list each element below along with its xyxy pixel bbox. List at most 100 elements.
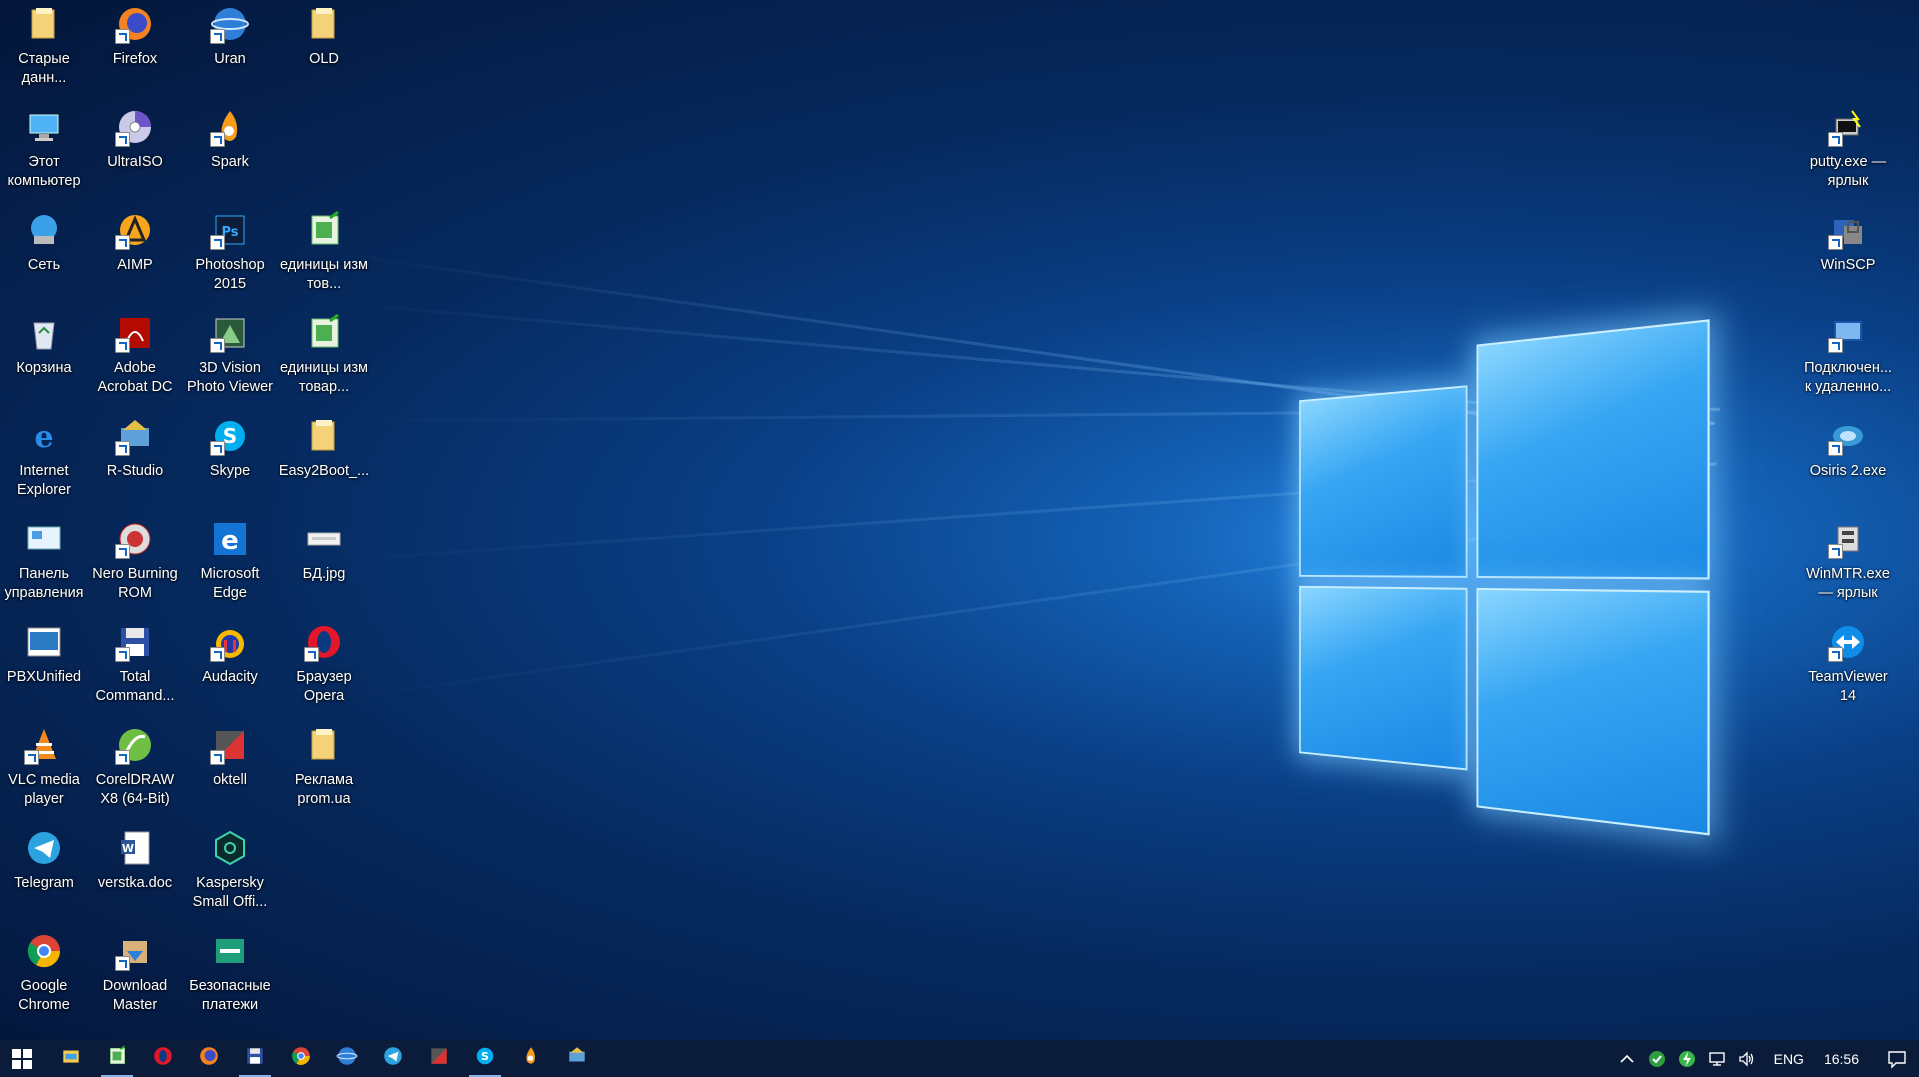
spreadsheet-icon — [304, 210, 344, 250]
desktop-icon-label: Internet Explorer — [0, 462, 90, 500]
desktop-icon-safe-payments[interactable]: Безопасные платежи — [185, 927, 275, 1027]
desktop-icon-vlc[interactable]: VLC media player — [0, 721, 89, 821]
desktop-icon-label: WinMTR.exe — ярлык — [1802, 565, 1894, 603]
desktop-icon-firefox[interactable]: Firefox — [90, 0, 180, 100]
desktop-icon-r-studio[interactable]: R-Studio — [90, 412, 180, 512]
desktop-icon-old-data[interactable]: Старые данн... — [0, 0, 89, 100]
desktop-icon-edge[interactable]: e Microsoft Edge — [185, 515, 275, 615]
desktop-icon-network[interactable]: Сеть — [0, 206, 89, 306]
desktop-icon-oktell[interactable]: oktell — [185, 721, 275, 821]
desktop-icon-acrobat[interactable]: Adobe Acrobat DC — [90, 309, 180, 409]
clock[interactable]: 16:56 — [1816, 1051, 1875, 1067]
desktop-icon-download-master[interactable]: Download Master — [90, 927, 180, 1027]
spreadsheet-icon — [106, 1045, 128, 1072]
desktop-icon-control-panel[interactable]: Панель управления — [0, 515, 89, 615]
shortcut-arrow-icon — [115, 544, 130, 559]
taskbar-app-spreadsheet[interactable] — [94, 1040, 140, 1077]
desktop-icon-prom-ads[interactable]: Реклама prom.ua — [279, 721, 369, 821]
desktop-icon-osiris[interactable]: Osiris 2.exe — [1803, 412, 1893, 512]
desktop-icon-units-2[interactable]: единицы изм товар... — [279, 309, 369, 409]
shortcut-arrow-icon — [210, 338, 225, 353]
desktop-icon-coreldraw[interactable]: CorelDRAW X8 (64-Bit) — [90, 721, 180, 821]
desktop-icon-3d-vision[interactable]: 3D Vision Photo Viewer — [185, 309, 275, 409]
folder-icon — [304, 416, 344, 456]
tray-volume-button[interactable] — [1732, 1040, 1762, 1077]
desktop-icon-old[interactable]: OLD — [279, 0, 369, 100]
recycle-bin-icon — [24, 313, 64, 353]
start-button[interactable] — [4, 1040, 40, 1077]
desktop-icon-kaspersky[interactable]: Kaspersky Small Offi... — [185, 824, 275, 924]
desktop-icon-teamviewer[interactable]: TeamViewer 14 — [1803, 618, 1893, 718]
desktop-icon-label: Firefox — [89, 50, 181, 69]
desktop-icon-units-1[interactable]: единицы изм тов... — [279, 206, 369, 306]
taskbar-app-r-studio[interactable] — [554, 1040, 600, 1077]
folder-icon — [304, 4, 344, 44]
desktop-icon-this-pc[interactable]: Этот компьютер — [0, 103, 89, 203]
desktop-icon-opera[interactable]: Браузер Opera — [279, 618, 369, 718]
desktop-icon-spark[interactable]: Spark — [185, 103, 275, 203]
desktop-icon-chrome[interactable]: Google Chrome — [0, 927, 89, 1027]
desktop-icon-ultraiso[interactable]: UltraISO — [90, 103, 180, 203]
taskbar-app-total-commander[interactable] — [232, 1040, 278, 1077]
taskbar-app-explorer[interactable] — [48, 1040, 94, 1077]
shortcut-arrow-icon — [210, 29, 225, 44]
audacity-icon — [210, 622, 250, 662]
uran-icon — [336, 1045, 358, 1072]
desktop-icon-label: CorelDRAW X8 (64-Bit) — [89, 771, 181, 809]
desktop-icon-skype[interactable]: S Skype — [185, 412, 275, 512]
desktop-icon-photoshop[interactable]: Ps Photoshop 2015 — [185, 206, 275, 306]
desktop-icon-verstka[interactable]: Wverstka.doc — [90, 824, 180, 924]
folder-icon — [304, 725, 344, 765]
taskbar-app-chrome[interactable] — [278, 1040, 324, 1077]
desktop-icon-label: Audacity — [184, 668, 276, 687]
desktop-icon-label: AIMP — [89, 256, 181, 275]
taskbar-app-skype[interactable]: S — [462, 1040, 508, 1077]
desktop-icon-label: Этот компьютер — [0, 153, 90, 191]
shortcut-arrow-icon — [115, 956, 130, 971]
skype-icon: S — [474, 1045, 496, 1072]
taskbar-app-oktell[interactable] — [416, 1040, 462, 1077]
desktop-icon-label: Старые данн... — [0, 50, 90, 88]
language-indicator[interactable]: ENG — [1762, 1051, 1816, 1067]
shortcut-arrow-icon — [304, 647, 319, 662]
taskbar-app-uran[interactable] — [324, 1040, 370, 1077]
kaspersky-icon — [210, 828, 250, 868]
r-studio-icon — [566, 1045, 588, 1072]
desktop-icon-label: Панель управления — [0, 565, 90, 603]
desktop-icon-uran[interactable]: Uran — [185, 0, 275, 100]
shortcut-arrow-icon — [1828, 544, 1843, 559]
desktop-icon-recycle-bin[interactable]: Корзина — [0, 309, 89, 409]
shortcut-arrow-icon — [24, 750, 39, 765]
desktop-icon-rdp[interactable]: Подключен... к удаленно... — [1803, 309, 1893, 409]
tray-network-button[interactable] — [1702, 1040, 1732, 1077]
desktop-icon-telegram[interactable]: Telegram — [0, 824, 89, 924]
desktop-icon-total-commander[interactable]: Total Command... — [90, 618, 180, 718]
firefox-icon — [115, 4, 155, 44]
desktop-icon-bd-jpg[interactable]: БД.jpg — [279, 515, 369, 615]
tray-security-button[interactable] — [1642, 1040, 1672, 1077]
desktop-icon-audacity[interactable]: Audacity — [185, 618, 275, 718]
taskbar-app-telegram[interactable] — [370, 1040, 416, 1077]
desktop-icon-internet-explorer[interactable]: e Internet Explorer — [0, 412, 89, 512]
desktop-icon-label: Браузер Opera — [278, 668, 370, 706]
tray-update-button[interactable] — [1672, 1040, 1702, 1077]
safe-payments-icon — [210, 931, 250, 971]
action-center-button[interactable] — [1875, 1040, 1919, 1077]
taskbar-app-spark[interactable] — [508, 1040, 554, 1077]
desktop-icon-pbxunified[interactable]: PBXUnified — [0, 618, 89, 718]
notification-icon — [1887, 1049, 1907, 1069]
chevron-up-icon — [1618, 1050, 1636, 1068]
vlc-icon — [24, 725, 64, 765]
desktop-icon-easy2boot[interactable]: Easy2Boot_... — [279, 412, 369, 512]
desktop-icon-winmtr[interactable]: WinMTR.exe — ярлык — [1803, 515, 1893, 615]
tray-overflow-button[interactable] — [1612, 1040, 1642, 1077]
taskbar-app-firefox[interactable] — [186, 1040, 232, 1077]
teamviewer-icon — [1828, 622, 1868, 662]
desktop[interactable]: Старые данн... Этот компьютер Сеть Корзина e… — [0, 0, 1919, 1040]
taskbar: S ENG 16:56 — [0, 1040, 1919, 1077]
taskbar-app-opera[interactable] — [140, 1040, 186, 1077]
desktop-icon-winscp[interactable]: WinSCP — [1803, 206, 1893, 306]
desktop-icon-putty[interactable]: putty.exe — ярлык — [1803, 103, 1893, 203]
desktop-icon-aimp[interactable]: AIMP — [90, 206, 180, 306]
desktop-icon-nero[interactable]: Nero Burning ROM — [90, 515, 180, 615]
